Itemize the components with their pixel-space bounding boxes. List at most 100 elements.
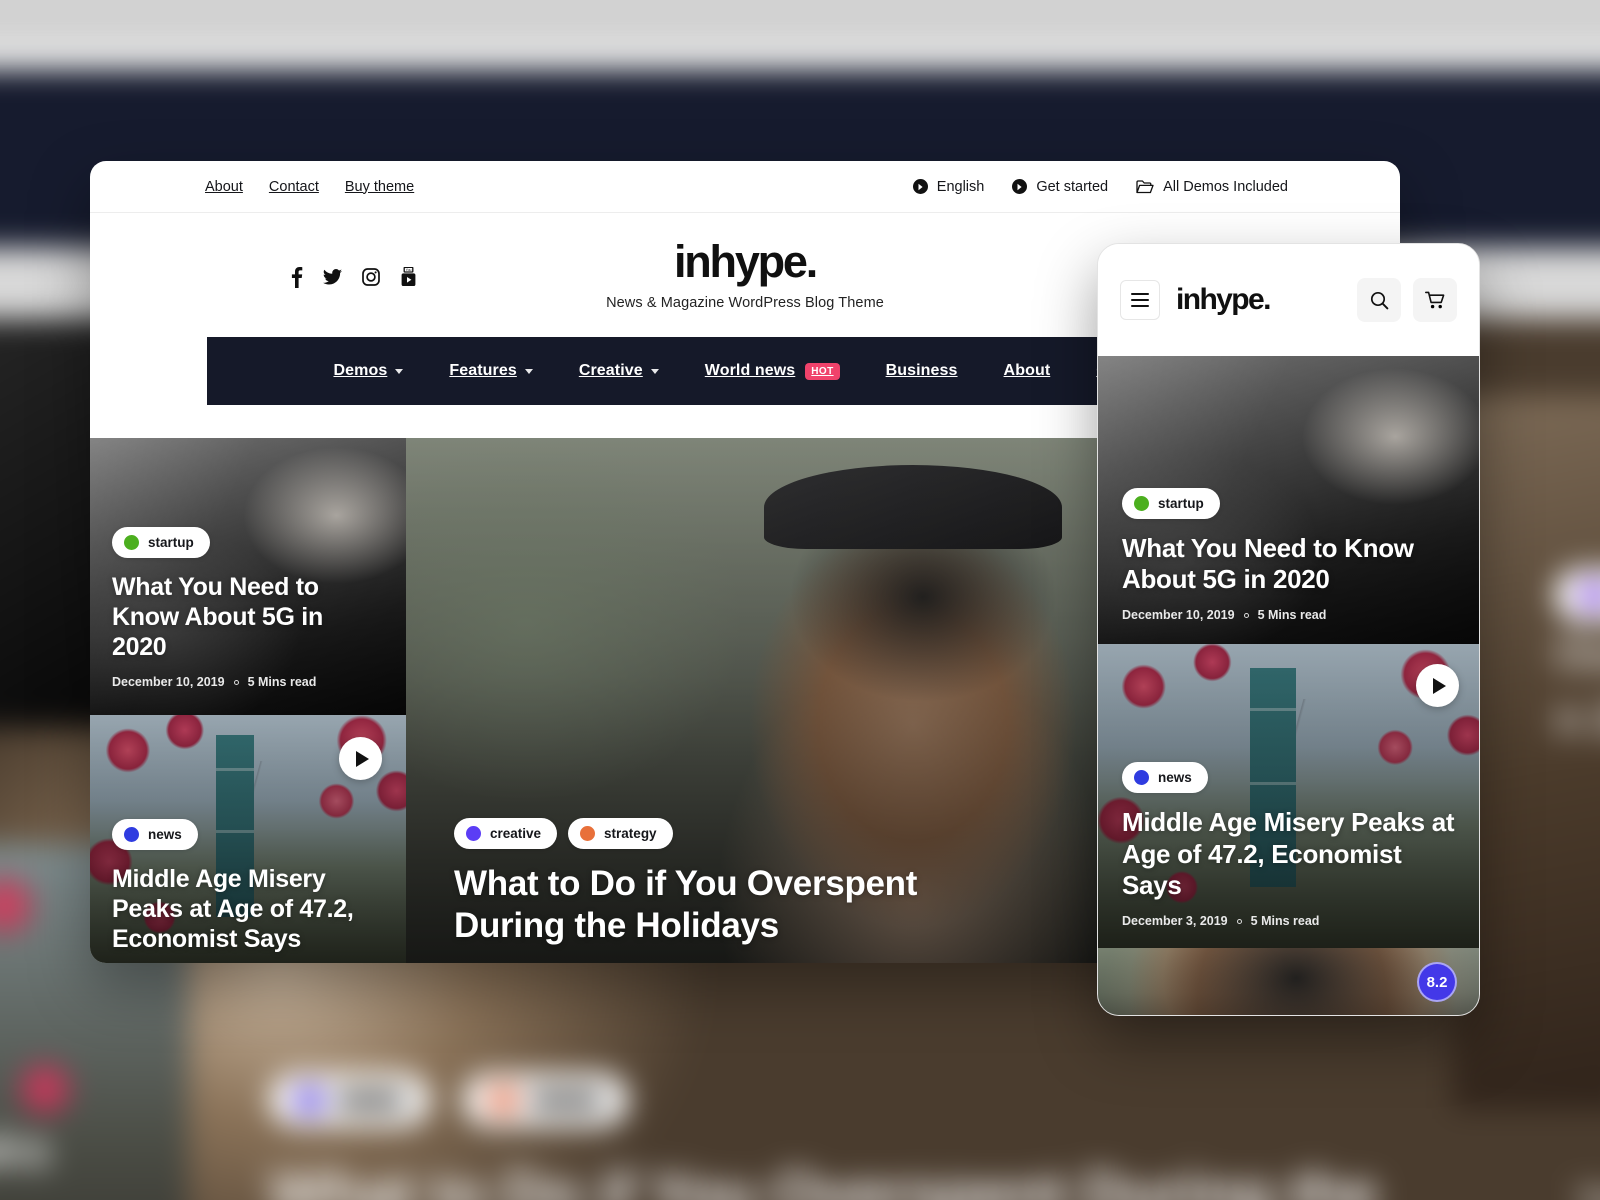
mobile-actions bbox=[1357, 278, 1457, 322]
brand-logo: inhype. bbox=[673, 236, 818, 287]
mobile-article-card-middle-age[interactable]: news Middle Age Misery Peaks at Age of 4… bbox=[1098, 644, 1479, 948]
card-date: December 10, 2019 bbox=[1122, 608, 1235, 622]
tag-dot-icon bbox=[466, 825, 481, 841]
topbar-link-about[interactable]: About bbox=[205, 179, 243, 195]
card-read-time: 5 Mins read bbox=[247, 675, 317, 689]
card-read-time: 5 Mins read bbox=[1257, 608, 1327, 622]
cart-icon bbox=[1424, 291, 1446, 310]
topbar-item-all-demos[interactable]: All Demos Included bbox=[1136, 179, 1288, 195]
nav-label: Demos bbox=[333, 362, 388, 379]
card-content: news Middle Age Misery Peaks at Age of 4… bbox=[1098, 740, 1479, 948]
chevron-down-icon bbox=[524, 368, 533, 374]
tag-label: news bbox=[1158, 770, 1192, 786]
card-meta: December 10, 2019 5 Mins read bbox=[1122, 608, 1455, 622]
nav-item-world-news[interactable]: World news HOT bbox=[682, 362, 863, 380]
rating-badge: 8.2 bbox=[1417, 962, 1457, 1002]
meta-separator-icon bbox=[1243, 612, 1249, 618]
tag-label: news bbox=[148, 827, 182, 842]
bg-headline-left: Peaks bbox=[0, 1120, 52, 1180]
topbar-item-label: All Demos Included bbox=[1163, 178, 1288, 195]
topbar-link-contact[interactable]: Contact bbox=[269, 179, 319, 195]
brand-tagline: News & Magazine WordPress Blog Theme bbox=[606, 295, 884, 311]
bg-tag-label bbox=[530, 1093, 602, 1108]
nav-item-business[interactable]: Business bbox=[863, 362, 981, 380]
card-meta: December 3, 2019 5 Mins read bbox=[1122, 914, 1455, 928]
mobile-preview-window: inhype. startup What You Need to Know Ab… bbox=[1097, 243, 1480, 1016]
card-title[interactable]: What to Do if You Overspent During the H… bbox=[454, 863, 1014, 948]
card-content: startup What You Need to Know About 5G i… bbox=[90, 505, 406, 715]
meta-separator-icon bbox=[233, 679, 239, 685]
facebook-icon[interactable] bbox=[290, 266, 303, 289]
bg-tag-generic bbox=[1554, 568, 1600, 622]
article-card-middle-age[interactable]: news Middle Age Misery Peaks at Age of 4… bbox=[90, 715, 406, 963]
topbar-item-label: English bbox=[936, 178, 985, 195]
circle-arrow-icon bbox=[912, 179, 928, 194]
tag-news[interactable]: news bbox=[112, 819, 198, 850]
topbar-item-english[interactable]: English bbox=[912, 178, 985, 195]
topbar-left-links: About Contact Buy theme bbox=[205, 179, 414, 195]
nav-label: World news bbox=[704, 362, 796, 379]
youtube-icon[interactable]: You bbox=[400, 267, 417, 287]
card-read-time: 5 Mins read bbox=[1250, 914, 1320, 928]
tag-strategy[interactable]: strategy bbox=[568, 817, 673, 849]
search-icon bbox=[1370, 291, 1389, 310]
nav-label: Features bbox=[449, 362, 517, 379]
card-title[interactable]: What You Need to Know About 5G in 2020 bbox=[1122, 533, 1455, 595]
bg-tag-dot bbox=[489, 1086, 517, 1114]
chevron-down-icon bbox=[650, 368, 659, 374]
topbar-item-get-started[interactable]: Get started bbox=[1012, 179, 1108, 195]
tag-label: creative bbox=[490, 825, 542, 841]
topbar-right-items: English Get started All Demos Included bbox=[912, 178, 1288, 195]
tag-label: startup bbox=[1158, 495, 1204, 511]
bg-tag-dot bbox=[1581, 582, 1600, 609]
play-icon bbox=[356, 750, 369, 767]
card-title[interactable]: Middle Age Misery Peaks at Age of 47.2, … bbox=[1122, 807, 1455, 901]
mobile-logo: inhype. bbox=[1176, 283, 1271, 316]
bg-tag-label bbox=[336, 1093, 405, 1108]
folder-icon bbox=[1136, 179, 1154, 194]
tag-row: news bbox=[112, 819, 384, 850]
instagram-icon[interactable] bbox=[362, 268, 380, 287]
hot-badge: HOT bbox=[805, 362, 840, 380]
card-content: news Middle Age Misery Peaks at Age of 4… bbox=[90, 797, 406, 963]
mobile-header: inhype. bbox=[1098, 244, 1479, 356]
nav-label: About bbox=[1003, 362, 1051, 379]
twitter-icon[interactable] bbox=[323, 269, 342, 285]
play-button[interactable] bbox=[1416, 664, 1459, 707]
tag-label: startup bbox=[148, 535, 194, 550]
card-date: December 10, 2019 bbox=[112, 675, 225, 689]
left-column: startup What You Need to Know About 5G i… bbox=[90, 438, 406, 963]
bg-headline-right: Out t bbox=[1554, 625, 1600, 679]
tag-dot-icon bbox=[1134, 770, 1149, 786]
card-date: December 3, 2019 bbox=[1122, 914, 1228, 928]
article-card-5g[interactable]: startup What You Need to Know About 5G i… bbox=[90, 438, 406, 715]
tag-news[interactable]: news bbox=[1122, 762, 1208, 794]
card-title[interactable]: What You Need to Know About 5G in 2020 bbox=[112, 572, 360, 662]
bg-tag-creative bbox=[269, 1073, 431, 1127]
mobile-article-card-next[interactable]: 8.2 bbox=[1098, 948, 1479, 1015]
search-button[interactable] bbox=[1357, 278, 1401, 322]
tag-row: news bbox=[1122, 762, 1455, 794]
hamburger-icon[interactable] bbox=[1120, 280, 1160, 320]
tag-creative[interactable]: creative bbox=[454, 817, 558, 849]
card-title[interactable]: Middle Age Misery Peaks at Age of 47.2, … bbox=[112, 864, 367, 954]
utility-topbar: About Contact Buy theme English Get star… bbox=[90, 161, 1400, 213]
nav-label: Creative bbox=[578, 362, 643, 379]
tag-row: startup bbox=[112, 527, 384, 558]
mobile-article-card-5g[interactable]: startup What You Need to Know About 5G i… bbox=[1098, 356, 1479, 644]
nav-item-about[interactable]: About bbox=[981, 362, 1074, 380]
play-button[interactable] bbox=[339, 737, 382, 780]
bg-tag-dot bbox=[295, 1086, 323, 1114]
bg-headline: What to Do if You Overspent During the bbox=[269, 1159, 1378, 1200]
circle-arrow-icon bbox=[1012, 179, 1028, 194]
tag-startup[interactable]: startup bbox=[112, 527, 210, 558]
nav-item-features[interactable]: Features bbox=[426, 362, 556, 380]
tag-dot-icon bbox=[1134, 495, 1149, 511]
tag-startup[interactable]: startup bbox=[1122, 487, 1220, 519]
bg-headline-right-3: The II bbox=[1575, 1181, 1600, 1200]
nav-item-creative[interactable]: Creative bbox=[556, 362, 682, 380]
cart-button[interactable] bbox=[1413, 278, 1457, 322]
topbar-item-label: Get started bbox=[1036, 178, 1109, 195]
nav-item-demos[interactable]: Demos bbox=[310, 362, 426, 380]
topbar-link-buy-theme[interactable]: Buy theme bbox=[345, 179, 414, 195]
